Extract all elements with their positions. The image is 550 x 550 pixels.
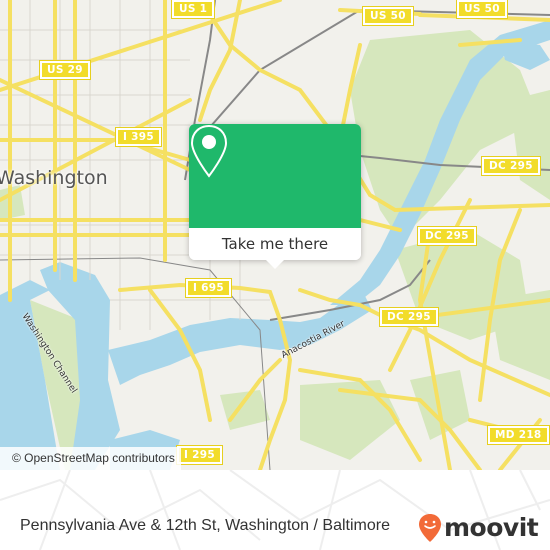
location-title: Pennsylvania Ave & 12th St, Washington /… (20, 517, 390, 534)
highway-shield-us-50: US 50 (456, 0, 508, 19)
highway-shield-us-50: US 50 (362, 6, 414, 26)
moovit-pin-icon (419, 514, 441, 542)
city-label: Washington (0, 167, 108, 189)
highway-shield-dc-295: DC 295 (481, 156, 541, 176)
highway-shield-i-295: I 295 (176, 445, 223, 465)
moovit-wordmark: moovit (444, 513, 539, 542)
highway-shield-i-395: I 395 (115, 127, 162, 147)
highway-shield-us-1: US 1 (170, 0, 216, 19)
highway-shield-md-218: MD 218 (487, 425, 550, 445)
map-attribution[interactable]: © OpenStreetMap contributors (0, 447, 181, 470)
map[interactable]: Washington Washington Channel Anacostia … (0, 0, 550, 470)
highway-shield-dc-295: DC 295 (417, 226, 477, 246)
popup-pointer (266, 260, 284, 269)
moovit-logo[interactable]: moovit (418, 513, 539, 542)
take-me-there-button[interactable]: Take me there (189, 228, 361, 260)
location-popup: Take me there (189, 124, 361, 269)
popup-header (189, 124, 361, 228)
highway-shield-i-695: I 695 (185, 278, 232, 298)
highway-shield-us-29: US 29 (39, 60, 91, 80)
location-pin-icon (190, 124, 228, 178)
highway-shield-dc-295: DC 295 (379, 307, 439, 327)
footer: Pennsylvania Ave & 12th St, Washington /… (0, 470, 550, 550)
